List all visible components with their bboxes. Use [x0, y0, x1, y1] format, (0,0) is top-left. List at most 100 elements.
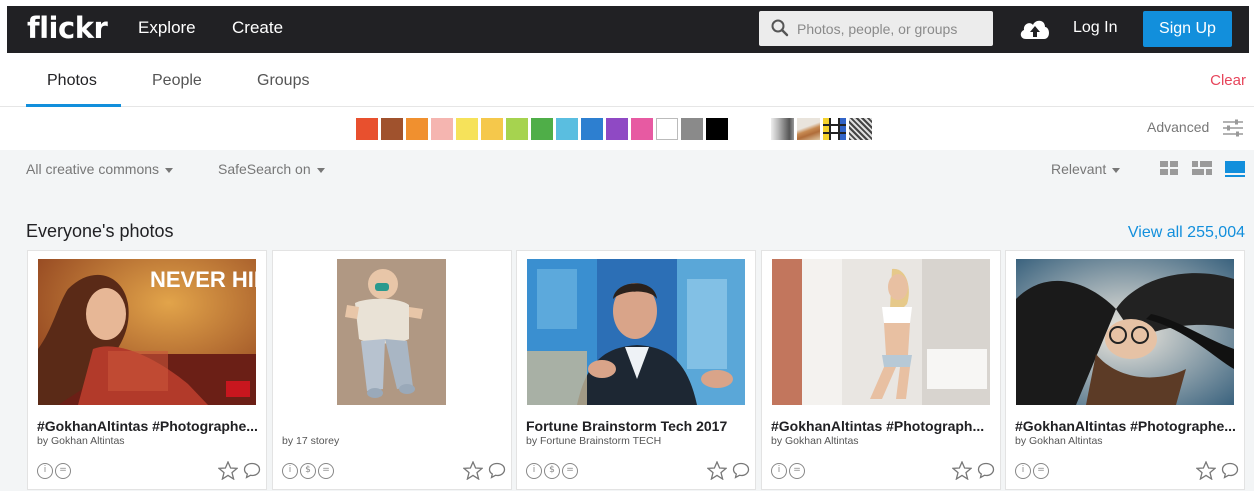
- color-swatch[interactable]: [706, 118, 728, 140]
- filter-bar: All creative commons SafeSearch on Relev…: [0, 150, 1254, 188]
- no-derivs-icon: =: [1033, 463, 1049, 479]
- color-swatch[interactable]: [406, 118, 428, 140]
- nav-explore[interactable]: Explore: [138, 18, 196, 38]
- photo-thumbnail[interactable]: [527, 259, 745, 405]
- photo-author[interactable]: by Gokhan Altintas: [37, 435, 125, 447]
- style-minimalist-icon[interactable]: [823, 118, 846, 140]
- photo-overlay-text: NEVER HIDE: [150, 267, 256, 292]
- search-box: [759, 11, 993, 46]
- active-tab-indicator: [26, 104, 121, 107]
- comment-icon[interactable]: [488, 462, 506, 484]
- color-swatch[interactable]: [456, 118, 478, 140]
- view-all-link[interactable]: View all 255,004: [1128, 224, 1245, 242]
- color-swatch[interactable]: [581, 118, 603, 140]
- large-view-icon[interactable]: [1225, 161, 1247, 184]
- signup-button[interactable]: Sign Up: [1143, 11, 1232, 47]
- color-swatch[interactable]: [556, 118, 578, 140]
- license-icons: i =: [1015, 463, 1049, 479]
- color-swatch[interactable]: [531, 118, 553, 140]
- photo-card[interactable]: by 17 storey i $ =: [272, 250, 512, 490]
- attribution-icon: i: [37, 463, 53, 479]
- color-swatch[interactable]: [481, 118, 503, 140]
- section-title: Everyone's photos: [26, 221, 174, 241]
- safesearch-dropdown[interactable]: SafeSearch on: [218, 161, 325, 177]
- justified-view-icon[interactable]: [1192, 161, 1214, 182]
- color-swatches: [356, 118, 728, 140]
- advanced-label[interactable]: Advanced: [1147, 119, 1209, 135]
- photo-thumbnail[interactable]: NEVER HIDE: [38, 259, 256, 405]
- comment-icon[interactable]: [243, 462, 261, 484]
- photo-author[interactable]: by Gokhan Altintas: [1015, 435, 1103, 447]
- license-icons: i $ =: [282, 463, 334, 479]
- photo-author[interactable]: by Gokhan Altintas: [771, 435, 859, 447]
- nav-create[interactable]: Create: [232, 18, 283, 38]
- attribution-icon: i: [771, 463, 787, 479]
- tab-people[interactable]: People: [152, 72, 202, 90]
- photo-thumbnail[interactable]: [337, 259, 446, 405]
- flickr-logo[interactable]: flickr: [27, 11, 108, 45]
- sort-dropdown[interactable]: Relevant: [1051, 161, 1121, 177]
- star-icon[interactable]: [951, 460, 973, 485]
- color-swatch[interactable]: [631, 118, 653, 140]
- license-label: All creative commons: [26, 161, 160, 177]
- non-commercial-icon: $: [544, 463, 560, 479]
- photo-thumbnail[interactable]: [772, 259, 990, 405]
- photo-card[interactable]: Fortune Brainstorm Tech 2017 by Fortune …: [516, 250, 756, 490]
- photo-title[interactable]: #GokhanAltintas #Photograph...: [771, 418, 996, 434]
- color-swatch[interactable]: [656, 118, 678, 140]
- license-icons: i =: [771, 463, 805, 479]
- style-black-white-icon[interactable]: [771, 118, 794, 140]
- no-derivs-icon: =: [789, 463, 805, 479]
- comment-icon[interactable]: [732, 462, 750, 484]
- star-icon[interactable]: [706, 460, 728, 485]
- color-swatch[interactable]: [506, 118, 528, 140]
- sliders-icon[interactable]: [1222, 118, 1244, 143]
- top-navigation-bar: flickr Explore Create Log In Sign Up: [7, 6, 1249, 53]
- license-dropdown[interactable]: All creative commons: [26, 161, 174, 177]
- photo-title[interactable]: #GokhanAltintas #Photographe...: [37, 418, 262, 434]
- star-icon[interactable]: [462, 460, 484, 485]
- tab-photos[interactable]: Photos: [47, 72, 97, 90]
- no-derivs-icon: =: [55, 463, 71, 479]
- safesearch-label: SafeSearch on: [218, 161, 311, 177]
- photo-author[interactable]: by Fortune Brainstorm TECH: [526, 435, 661, 447]
- search-input[interactable]: [797, 11, 987, 46]
- style-filters: [771, 118, 872, 140]
- license-icons: i =: [37, 463, 71, 479]
- attribution-icon: i: [1015, 463, 1031, 479]
- chevron-down-icon: [316, 167, 325, 173]
- photo-thumbnail[interactable]: [1016, 259, 1234, 405]
- color-swatch[interactable]: [381, 118, 403, 140]
- clear-filters-link[interactable]: Clear: [1210, 72, 1246, 89]
- color-filter-row: Advanced: [0, 108, 1254, 148]
- photo-title[interactable]: #GokhanAltintas #Photographe...: [1015, 418, 1240, 434]
- tab-groups[interactable]: Groups: [257, 72, 309, 90]
- no-derivs-icon: =: [318, 463, 334, 479]
- style-patterns-icon[interactable]: [849, 118, 872, 140]
- search-icon[interactable]: [771, 19, 789, 42]
- grid-small-view-icon[interactable]: [1160, 161, 1180, 182]
- comment-icon[interactable]: [977, 462, 995, 484]
- sort-label: Relevant: [1051, 161, 1107, 177]
- attribution-icon: i: [282, 463, 298, 479]
- photo-card[interactable]: #GokhanAltintas #Photographe... by Gokha…: [1005, 250, 1245, 490]
- chevron-down-icon: [165, 167, 174, 173]
- color-swatch[interactable]: [681, 118, 703, 140]
- attribution-icon: i: [526, 463, 542, 479]
- style-shallow-depth-icon[interactable]: [797, 118, 820, 140]
- photo-card[interactable]: #GokhanAltintas #Photograph... by Gokhan…: [761, 250, 1001, 490]
- comment-icon[interactable]: [1221, 462, 1239, 484]
- star-icon[interactable]: [1195, 460, 1217, 485]
- color-swatch[interactable]: [431, 118, 453, 140]
- color-swatch[interactable]: [606, 118, 628, 140]
- search-tabs: Photos People Groups Clear: [0, 53, 1254, 107]
- star-icon[interactable]: [217, 460, 239, 485]
- chevron-down-icon: [1112, 167, 1121, 173]
- login-link[interactable]: Log In: [1073, 19, 1117, 37]
- photo-card[interactable]: NEVER HIDE #GokhanAltintas #Photographe.…: [27, 250, 267, 490]
- color-swatch[interactable]: [356, 118, 378, 140]
- photo-author[interactable]: by 17 storey: [282, 435, 339, 447]
- photo-title[interactable]: Fortune Brainstorm Tech 2017: [526, 418, 751, 434]
- cloud-upload-icon[interactable]: [1018, 17, 1052, 46]
- non-commercial-icon: $: [300, 463, 316, 479]
